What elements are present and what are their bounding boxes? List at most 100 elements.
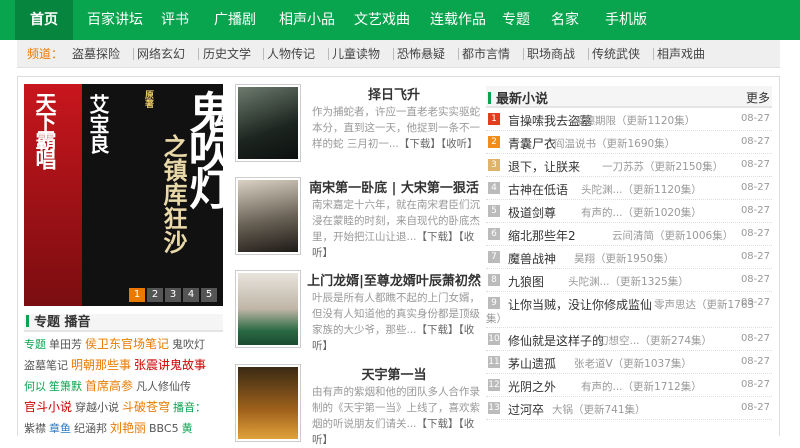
list-item[interactable]: 12 光阴之外 有声的...（更新1712集） 08-27 [486,374,772,397]
novel-info: 云间清简（更新1006集） [612,230,734,242]
carousel-page-2[interactable]: 2 [147,288,163,302]
nav-item-crosstalk[interactable]: 相声小品 [272,0,342,40]
list-item[interactable]: 11 茅山遗孤 张老道V（更新1037集） 08-27 [486,351,772,374]
update-date: 08-27 [740,228,770,239]
novel-info: 头陀渊...（更新1120集） [581,184,702,196]
topic-tag[interactable]: 黄 [182,422,193,435]
update-date: 08-27 [740,274,770,285]
carousel-page-3[interactable]: 3 [165,288,181,302]
novel-title[interactable]: 古神在低语 [508,181,568,198]
carousel-page-1[interactable]: 1 [129,288,145,302]
novel-info: 一刀苏苏（更新2150集） [602,161,724,173]
carousel-page-5[interactable]: 5 [201,288,217,302]
list-item[interactable]: 1 盲操嗦我去盗墓 凌德期限（更新1120集） 08-27 [486,108,772,131]
heading-marker-icon [488,92,491,104]
topic-tag[interactable]: 单田芳 [49,338,82,351]
book-title[interactable]: 上门龙婿|至尊龙婿叶辰萧初然 [305,270,483,289]
nav-item-lecture[interactable]: 百家讲坛 [80,0,150,40]
novel-title[interactable]: 青囊尸衣 [508,135,556,152]
book-title[interactable]: 天宇第一当 [305,364,483,383]
channel-business[interactable]: 职场商战 [527,40,575,68]
topic-heading: 专题 播音 [24,314,223,332]
channel-divider [198,48,199,60]
nav-item-serial[interactable]: 连载作品 [423,0,493,40]
listen-link[interactable]: 【收听】 [441,138,478,150]
topic-tag[interactable]: 专题 [24,338,46,351]
topic-tag[interactable]: 章鱼 [49,422,71,435]
list-item[interactable]: 3 退下，让朕来 一刀苏苏（更新2150集） 08-27 [486,154,772,177]
nav-item-famous[interactable]: 名家 [547,0,583,40]
list-item[interactable]: 6 缩北那些年2 云间清简（更新1006集） 08-27 [486,223,772,246]
topic-tag[interactable]: 斗破苍穹 [122,400,170,414]
novel-title[interactable]: 修仙就是这样子的 [508,332,604,349]
book-title[interactable]: 择日飞升 [305,84,483,103]
download-link[interactable]: 【下载】 [417,418,459,430]
topic-tag[interactable]: BBC5 [149,422,179,435]
nav-item-topics[interactable]: 专题 [498,0,534,40]
novel-title[interactable]: 过河卒 [508,401,544,418]
nav-item-home[interactable]: 首页 [15,0,73,40]
update-date: 08-27 [740,113,770,124]
list-item[interactable]: 7 魔兽战神 昊翔（更新1950集） 08-27 [486,246,772,269]
list-item[interactable]: 13 过河卒 大锅（更新741集） 08-27 [486,397,772,420]
topic-tag[interactable]: 侯卫东官场笔记 [85,337,169,351]
download-link[interactable]: 【下载】 [399,138,441,150]
topic-tag[interactable]: 张震讲鬼故事 [134,358,206,372]
novel-title[interactable]: 退下，让朕来 [508,158,580,175]
topic-tag[interactable]: 播音： [173,401,206,414]
download-link[interactable]: 【下载】 [417,324,459,336]
novel-title[interactable]: 极道剑尊 [508,204,556,221]
channel-divider [588,48,589,60]
novel-title[interactable]: 茅山遗孤 [508,355,556,372]
book-desc: 由有声的紫烟和他的团队多人合作录制的《天宇第一当》上线了，喜欢紫烟的听说朋友们请… [312,384,480,448]
book-desc: 南宋嘉定十六年，就在南宋君臣们沉浸在蒙睦的时刻，来自现代的卧底杰里，开始把江山让… [312,197,480,261]
channel-tomb[interactable]: 盗墓探险 [72,40,120,68]
novel-title[interactable]: 让你当贼，没让你修成监仙 [508,296,652,313]
nav-item-opera[interactable]: 文艺戏曲 [347,0,417,40]
featured-poster[interactable]: 天下霸唱 艾宝良 原著 之镇库狂沙 鬼吹灯 12345 [24,84,223,306]
channel-children[interactable]: 儿童读物 [332,40,380,68]
nav-item-storytelling[interactable]: 评书 [155,0,195,40]
book-cover[interactable] [235,270,301,348]
channel-wuxia[interactable]: 传统武侠 [592,40,640,68]
topic-tag[interactable]: 盗墓笔记 [24,359,68,372]
book-title[interactable]: 南宋第一卧底 | 大宋第一狠活 [305,177,483,196]
list-item[interactable]: 5 极道剑尊 有声的...（更新1020集） 08-27 [486,200,772,223]
novel-title[interactable]: 光阴之外 [508,378,556,395]
topic-tag[interactable]: 首席高参 [85,379,133,393]
list-item[interactable]: 2 青囊尸衣 阎温说书（更新1690集） 08-27 [486,131,772,154]
topic-tag[interactable]: 紫襟 [24,422,46,435]
novel-title[interactable]: 魔兽战神 [508,250,556,267]
channel-history[interactable]: 历史文学 [203,40,251,68]
topic-tag[interactable]: 笙箫默 [49,380,82,393]
channel-opera[interactable]: 相声戏曲 [657,40,705,68]
book-cover[interactable] [235,177,301,255]
topic-tag[interactable]: 官斗小说 [24,400,72,414]
channel-romance[interactable]: 都市言情 [462,40,510,68]
list-item[interactable]: 10 修仙就是这样子的 幻想空...（更新274集） 08-27 [486,328,772,351]
topic-tag[interactable]: 明朝那些事 [71,358,131,372]
topic-tag[interactable]: 纪涵邦 [74,422,107,435]
nav-item-mobile[interactable]: 手机版 [598,0,654,40]
channel-fantasy[interactable]: 网络玄幻 [137,40,185,68]
topic-tag[interactable]: 鬼吹灯 [172,338,205,351]
topic-tag[interactable]: 穿越小说 [75,401,119,414]
channel-horror[interactable]: 恐怖悬疑 [397,40,445,68]
list-item[interactable]: 9 让你当贼，没让你修成监仙 零声思达（更新1763 08-27 集） [486,292,772,328]
download-link[interactable]: 【下载】 [417,231,459,243]
more-link[interactable]: 更多 [746,89,770,106]
carousel-page-4[interactable]: 4 [183,288,199,302]
nav-item-radio-drama[interactable]: 广播剧 [207,0,263,40]
topic-tag[interactable]: 何以 [24,380,46,393]
novel-title[interactable]: 缩北那些年2 [508,227,576,244]
topic-tag[interactable]: 刘艳丽 [110,421,146,435]
list-item[interactable]: 8 九狼图 头陀渊...（更新1325集） 08-27 [486,269,772,292]
channel-biography[interactable]: 人物传记 [267,40,315,68]
update-date: 08-27 [740,297,770,308]
book-cover[interactable] [235,84,301,162]
topic-tag[interactable]: 凡人修仙传 [136,380,191,393]
book-desc: 叶辰是所有人都瞧不起的上门女婿，但没有人知道他的真实身份都是顶级家族的大少爷，那… [312,290,480,354]
list-item[interactable]: 4 古神在低语 头陀渊...（更新1120集） 08-27 [486,177,772,200]
novel-title[interactable]: 九狼图 [508,273,544,290]
book-cover[interactable] [235,364,301,442]
